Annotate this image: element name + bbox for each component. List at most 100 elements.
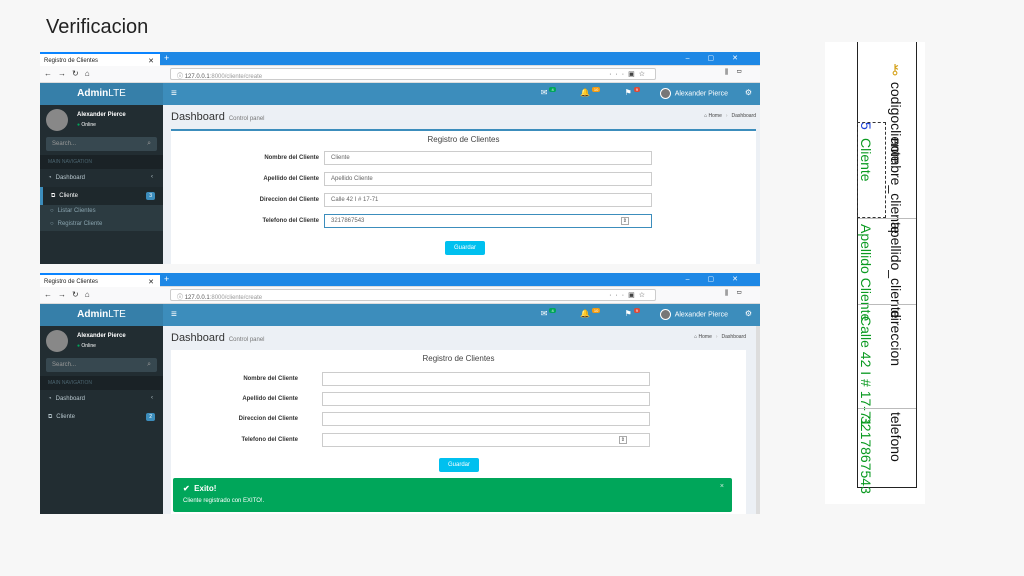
close-tab-icon[interactable]: ✕	[148, 57, 154, 65]
row-telefono: Telefono del Cliente ⇕	[171, 433, 746, 449]
alert-title: ✔ Exito!	[183, 484, 217, 493]
screenshot-after-submit: Registro de Clientes ✕ + –▢✕ ←→↻⌂ ⓘ 127.…	[40, 273, 760, 514]
address-bar[interactable]: ⓘ 127.0.0.1:8000/cliente/create ···▣☆	[170, 289, 656, 301]
flag-badge: 9	[633, 87, 640, 92]
db-col-nombre: nombre_cliente	[888, 138, 904, 234]
telefono-input[interactable]: ⇕	[322, 433, 650, 447]
apellido-input[interactable]	[322, 392, 650, 406]
browser-tabbar: Registro de Clientes ✕ + –▢✕	[40, 273, 760, 287]
sidebar-item-dashboard[interactable]: ◔ Dashboard ‹	[40, 390, 163, 408]
browser-tab-title: Registro de Clientes	[44, 58, 99, 64]
logo[interactable]: AdminLTE	[40, 83, 163, 105]
row-nombre: Nombre del Cliente Cliente	[171, 151, 756, 167]
new-tab-icon[interactable]: +	[164, 274, 169, 284]
gears-icon[interactable]: ⚙	[745, 88, 752, 97]
top-icons: ✉4 🔔10 ⚑9	[541, 87, 650, 97]
window-controls[interactable]: –▢✕	[686, 54, 756, 62]
logo[interactable]: AdminLTE	[40, 304, 163, 326]
dashboard-icon: ◔	[48, 175, 52, 181]
db-val-direccion: Calle 42 I # 17-71	[858, 316, 874, 427]
sidebar-item-cliente[interactable]: ⧉ Cliente 2	[40, 408, 163, 426]
nav-buttons[interactable]: ←→↻⌂	[44, 290, 96, 299]
nombre-input[interactable]: Cliente	[324, 151, 652, 165]
close-icon[interactable]: ×	[720, 483, 724, 490]
spinner-icon[interactable]: ⇕	[618, 436, 627, 444]
label-apellido: Apellido del Cliente	[263, 176, 319, 182]
info-icon: ⓘ	[177, 295, 184, 301]
breadcrumb: ⌂ Home › Dashboard	[694, 334, 746, 340]
sidebar-header: MAIN NAVIGATION	[40, 155, 163, 169]
telefono-input[interactable]: 3217867543 ⇕	[324, 214, 652, 228]
url-path: :8000/cliente/create	[209, 295, 263, 301]
sidebar-search-input[interactable]: Search... ⌕	[46, 137, 157, 151]
row-direccion: Direccion del Cliente	[171, 412, 746, 428]
adminlte-app: AdminLTE ≡ ✉4 🔔10 ⚑9 Alexander Pierce ⚙ …	[40, 304, 760, 514]
avatar	[659, 309, 671, 320]
scrollbar[interactable]	[756, 326, 760, 514]
sidebar-toggle-icon[interactable]: ≡	[171, 88, 177, 99]
spinner-icon[interactable]: ⇕	[620, 217, 629, 225]
window-controls[interactable]: –▢✕	[686, 275, 756, 283]
content-wrapper: Dashboard Control panel ⌂ Home › Dashboard …	[163, 326, 760, 514]
sidebar-subitem-listar[interactable]: ○ Listar Clientes	[40, 205, 163, 218]
sidebar-item-dashboard[interactable]: ◔ Dashboard ‹	[40, 169, 163, 187]
nav-buttons[interactable]: ←→↻⌂	[44, 69, 96, 78]
close-tab-icon[interactable]: ✕	[148, 278, 154, 286]
url-host: 127.0.0.1	[184, 74, 210, 80]
breadcrumb: ⌂ Home › Dashboard	[704, 113, 756, 119]
chevron-left-icon: ‹	[151, 395, 153, 401]
browser-navbar: ←→↻⌂ ⓘ 127.0.0.1:8000/cliente/create ···…	[40, 66, 760, 83]
gears-icon[interactable]: ⚙	[745, 309, 752, 318]
circle-icon: ○	[50, 208, 54, 214]
url-path: :8000/cliente/create	[209, 74, 263, 80]
user-menu[interactable]: Alexander Pierce	[659, 309, 728, 320]
db-val-codigo: 5	[858, 122, 874, 130]
dashboard-icon: ◔	[48, 396, 52, 402]
slide-title: Verificacion	[46, 16, 149, 38]
top-icons: ✉4 🔔10 ⚑9	[541, 308, 650, 318]
form-box: Registro de Clientes Nombre del Cliente …	[171, 350, 746, 514]
url-tools-icons[interactable]: ···▣☆	[609, 70, 649, 78]
row-direccion: Direccion del Cliente Calle 42 I # 17-71	[171, 193, 756, 209]
sidebar-toggle-icon[interactable]: ≡	[171, 309, 177, 320]
db-val-telefono: 3217867543	[858, 416, 874, 494]
search-icon[interactable]: ⌕	[147, 140, 151, 148]
address-bar[interactable]: ⓘ 127.0.0.1:8000/cliente/create ···▣☆	[170, 68, 656, 80]
db-val-nombre: Cliente	[858, 138, 874, 182]
sidebar-search-input[interactable]: Search... ⌕	[46, 358, 157, 372]
save-button[interactable]: Guardar	[439, 458, 479, 472]
sidebar-subitem-registrar[interactable]: ○ Registrar Cliente	[40, 218, 163, 231]
sidebar-user-status: ● Online	[77, 343, 96, 349]
new-tab-icon[interactable]: +	[164, 53, 169, 63]
main-header: AdminLTE ≡ ✉4 🔔10 ⚑9 Alexander Pierce ⚙	[40, 83, 760, 105]
home-icon: ⌂	[694, 334, 698, 340]
apellido-input[interactable]: Apellido Cliente	[324, 172, 652, 186]
url-tools-icons[interactable]: ···▣☆	[609, 291, 649, 299]
mail-badge: 4	[549, 87, 556, 92]
sidebar-user-name: Alexander Pierce	[77, 333, 126, 339]
save-button[interactable]: Guardar	[445, 241, 485, 255]
adminlte-app: AdminLTE ≡ ✉4 🔔10 ⚑9 Alexander Pierce ⚙ …	[40, 83, 760, 264]
bell-badge: 10	[591, 87, 601, 92]
chevron-left-icon: ‹	[151, 174, 153, 180]
search-icon[interactable]: ⌕	[147, 361, 151, 369]
db-col-direccion: direccion	[888, 310, 904, 367]
browser-tab[interactable]: Registro de Clientes ✕	[40, 273, 160, 287]
mail-badge: 4	[549, 308, 556, 313]
sidebar-item-cliente[interactable]: ⧉ Cliente 3	[40, 187, 163, 205]
success-alert: ✔ Exito! Cliente registrado con EXITO!. …	[173, 478, 732, 512]
form-title: Registro de Clientes	[427, 135, 500, 144]
nombre-input[interactable]	[322, 372, 650, 386]
label-telefono: Telefono del Cliente	[241, 437, 298, 443]
library-icons[interactable]: ⫼▭	[725, 69, 750, 77]
direccion-input[interactable]	[322, 412, 650, 426]
label-direccion: Direccion del Cliente	[259, 197, 319, 203]
row-nombre: Nombre del Cliente	[171, 372, 746, 388]
user-menu[interactable]: Alexander Pierce	[659, 88, 728, 99]
database-result-screenshot: ⚷ codigocliente 5 Cliente nombre_cliente…	[825, 42, 925, 504]
clone-icon: ⧉	[48, 414, 53, 420]
library-icons[interactable]: ⫼▭	[725, 290, 750, 298]
form-box: Registro de Clientes Nombre del Cliente …	[171, 129, 756, 264]
direccion-input[interactable]: Calle 42 I # 17-71	[324, 193, 652, 207]
browser-tab[interactable]: Registro de Clientes ✕	[40, 52, 160, 66]
